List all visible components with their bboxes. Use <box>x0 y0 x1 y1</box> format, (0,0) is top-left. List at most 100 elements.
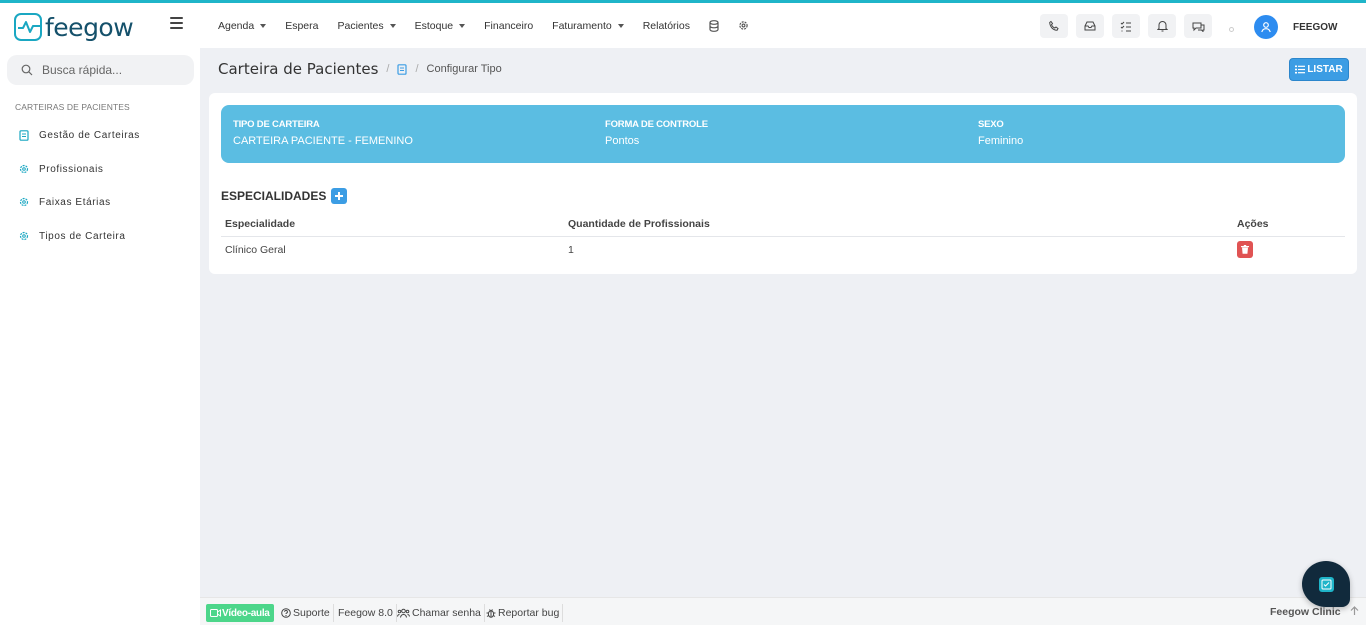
suporte-label: Suporte <box>293 607 330 619</box>
breadcrumb-separator: / <box>386 63 390 75</box>
suporte-button[interactable]: Suporte <box>278 604 334 622</box>
footer-bar: Vídeo-aula Suporte Feegow 8.0 Chamar sen… <box>200 597 1366 625</box>
delete-button[interactable] <box>1237 241 1253 258</box>
sexo-label: SEXO <box>978 119 1004 130</box>
sidebar-item-label: Tipos de Carteira <box>39 230 126 242</box>
toolbar-buttons <box>1040 14 1220 38</box>
bug-icon <box>486 609 496 618</box>
nav-item-estoque[interactable]: Estoque <box>415 20 466 32</box>
reportar-bug-label: Reportar bug <box>498 607 560 619</box>
nav-label: Relatórios <box>642 19 690 32</box>
menu-toggle-icon[interactable] <box>170 17 183 29</box>
version-label: Feegow 8.0 <box>335 604 397 622</box>
table-divider <box>221 236 1345 237</box>
nav-label: Pacientes <box>337 19 384 32</box>
cell-especialidade: Clínico Geral <box>225 244 286 256</box>
column-header-acoes: Ações <box>1237 218 1269 230</box>
plus-icon <box>335 192 344 200</box>
bell-icon[interactable] <box>1148 14 1176 38</box>
nav-item-financeiro[interactable]: Financeiro <box>484 20 533 32</box>
book-icon <box>19 129 29 141</box>
search-icon <box>21 64 33 76</box>
nav-item-pacientes[interactable]: Pacientes <box>337 19 396 32</box>
caret-down-icon <box>459 23 466 28</box>
search-input[interactable] <box>42 63 182 77</box>
main-nav: Agenda Espera Pacientes Estoque Financei… <box>218 3 767 48</box>
nav-label: Estoque <box>414 19 454 32</box>
top-header: feegow Agenda Espera Pacientes Estoque F… <box>0 3 1366 48</box>
status-dot <box>1229 27 1234 32</box>
video-aula-label: Vídeo-aula <box>222 607 270 619</box>
cell-quantidade: 1 <box>568 244 574 256</box>
column-header-quantidade: Quantidade de Profissionais <box>568 218 710 230</box>
forma-value: Pontos <box>605 135 640 147</box>
column-header-especialidade: Especialidade <box>225 218 296 230</box>
nav-item-faturamento[interactable]: Faturamento <box>552 20 624 32</box>
user-avatar-icon[interactable] <box>1254 15 1278 39</box>
trash-icon <box>1241 245 1249 254</box>
listar-label: LISTAR <box>1307 64 1343 75</box>
footer-brand: Feegow Clinic <box>1270 606 1341 618</box>
caret-down-icon <box>389 23 396 28</box>
tasks-icon[interactable] <box>1112 14 1140 38</box>
sidebar-item-profissionais[interactable]: Profissionais <box>19 162 104 176</box>
nav-item-relatorios[interactable]: Relatórios <box>643 20 690 32</box>
gear-icon <box>19 197 29 207</box>
video-aula-button[interactable]: Vídeo-aula <box>206 604 274 622</box>
chat-icon[interactable] <box>1184 14 1212 38</box>
sidebar-heading: CARTEIRAS DE PACIENTES <box>15 102 130 112</box>
tipo-value: CARTEIRA PACIENTE - FEMENINO <box>233 135 413 147</box>
config-card: TIPO DE CARTEIRA CARTEIRA PACIENTE - FEM… <box>209 93 1357 274</box>
user-name[interactable]: FEEGOW <box>1293 22 1337 33</box>
nav-label: Agenda <box>218 19 255 32</box>
sidebar-item-gestao-de-carteiras[interactable]: Gestão de Carteiras <box>19 128 140 142</box>
help-circle-icon <box>281 608 291 618</box>
users-icon <box>397 608 410 618</box>
video-icon <box>210 609 221 617</box>
sidebar: CARTEIRAS DE PACIENTES Gestão de Carteir… <box>0 48 200 625</box>
database-icon[interactable] <box>709 19 721 32</box>
logo-mark-icon <box>14 13 42 41</box>
book-icon[interactable] <box>397 63 408 75</box>
especialidades-title: ESPECIALIDADES <box>221 189 327 203</box>
nav-label: Espera <box>285 19 319 32</box>
scroll-up-icon[interactable] <box>1350 606 1359 619</box>
feegow-logo[interactable]: feegow <box>14 12 134 42</box>
add-especialidade-button[interactable] <box>331 188 348 204</box>
breadcrumb-current: Configurar Tipo <box>426 63 502 75</box>
nav-label: Financeiro <box>484 19 534 32</box>
chat-widget-icon <box>1318 576 1334 592</box>
reportar-bug-button[interactable]: Reportar bug <box>483 604 564 622</box>
tipo-de-carteira: TIPO DE CARTEIRA CARTEIRA PACIENTE - FEM… <box>233 119 413 147</box>
nav-item-agenda[interactable]: Agenda <box>218 19 267 32</box>
carteira-info-box: TIPO DE CARTEIRA CARTEIRA PACIENTE - FEM… <box>221 105 1345 163</box>
sexo: SEXO Feminino <box>978 119 1023 147</box>
logo-text: feegow <box>45 12 134 42</box>
quick-search <box>7 55 194 85</box>
gear-icon[interactable] <box>738 20 750 32</box>
breadcrumb-separator: / <box>415 63 419 75</box>
forma-de-controle: FORMA DE CONTROLE Pontos <box>605 119 708 147</box>
listar-button[interactable]: LISTAR <box>1289 58 1349 81</box>
sidebar-item-tipos-de-carteira[interactable]: Tipos de Carteira <box>19 229 126 243</box>
nav-item-espera[interactable]: Espera <box>285 20 318 32</box>
sidebar-item-label: Profissionais <box>39 163 104 175</box>
sidebar-item-faixas-etarias[interactable]: Faixas Etárias <box>19 195 111 209</box>
breadcrumb: Carteira de Pacientes / / Configurar Tip… <box>218 60 502 78</box>
gear-icon <box>19 164 29 174</box>
tipo-label: TIPO DE CARTEIRA <box>233 119 320 130</box>
sexo-value: Feminino <box>978 135 1024 147</box>
caret-down-icon <box>617 23 624 28</box>
nav-label: Faturamento <box>552 19 612 32</box>
list-icon <box>1295 65 1306 74</box>
caret-down-icon <box>260 23 267 28</box>
chat-support-fab[interactable] <box>1302 561 1350 607</box>
chamar-senha-button[interactable]: Chamar senha <box>394 604 485 622</box>
sidebar-item-label: Gestão de Carteiras <box>39 129 140 141</box>
sidebar-item-label: Faixas Etárias <box>39 196 111 208</box>
phone-icon[interactable] <box>1040 14 1068 38</box>
gear-icon <box>19 231 29 241</box>
chamar-senha-label: Chamar senha <box>412 607 481 619</box>
forma-label: FORMA DE CONTROLE <box>605 119 708 130</box>
inbox-icon[interactable] <box>1076 14 1104 38</box>
